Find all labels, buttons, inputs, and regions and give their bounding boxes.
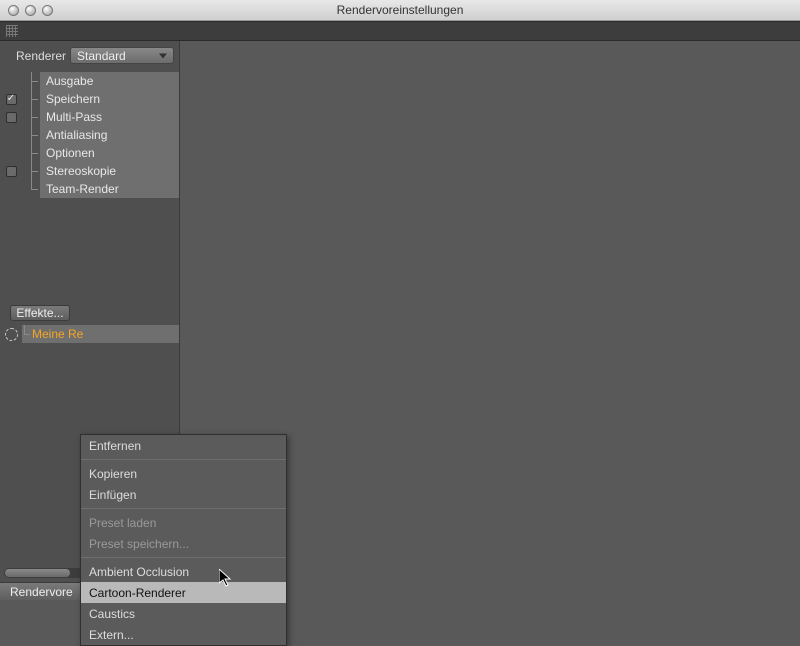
checkbox[interactable] — [6, 166, 17, 177]
tree-branch-icon — [22, 90, 40, 108]
menu-separator — [81, 557, 286, 558]
menu-item[interactable]: Entfernen — [81, 435, 286, 456]
menu-item: Preset speichern... — [81, 533, 286, 554]
menu-item: Preset laden — [81, 512, 286, 533]
scroll-thumb[interactable] — [5, 569, 70, 577]
menu-item[interactable]: Einfügen — [81, 484, 286, 505]
window-title: Rendervoreinstellungen — [0, 3, 800, 17]
tree-branch-icon — [22, 180, 40, 198]
preset-row: Meine Re — [0, 325, 179, 343]
renderer-label: Renderer — [16, 49, 66, 63]
tree-row[interactable]: ✓ Speichern — [0, 90, 179, 108]
tree-item-label: Speichern — [40, 90, 179, 108]
window-titlebar: Rendervoreinstellungen — [0, 0, 800, 21]
settings-tree: Ausgabe ✓ SpeichernMulti-PassAntialiasingO… — [0, 70, 179, 200]
tree-branch-icon — [22, 144, 40, 162]
tree-item-label: Antialiasing — [40, 126, 179, 144]
tree-row[interactable]: Ausgabe — [0, 72, 179, 90]
preset-item-label: Meine Re — [32, 327, 83, 341]
menu-item[interactable]: Caustics — [81, 603, 286, 624]
effects-button-label: Effekte... — [16, 306, 63, 320]
toolbar-strip — [0, 21, 800, 41]
tree-row[interactable]: Antialiasing — [0, 126, 179, 144]
tree-row[interactable]: Stereoskopie — [0, 162, 179, 180]
renderer-selected: Standard — [77, 49, 126, 63]
checkbox[interactable] — [6, 112, 17, 123]
tree-branch-icon — [22, 72, 40, 90]
tree-branch-icon — [22, 108, 40, 126]
menu-item[interactable]: Extern... — [81, 624, 286, 645]
menu-item[interactable]: Kopieren — [81, 463, 286, 484]
effects-context-menu[interactable]: Entfernen KopierenEinfügen Preset ladenPre… — [80, 434, 287, 646]
menu-item[interactable]: Ambient Occlusion — [81, 561, 286, 582]
tree-item-label: Team-Render — [40, 180, 179, 198]
tree-item-label: Multi-Pass — [40, 108, 179, 126]
tree-branch-icon — [22, 126, 40, 144]
renderer-row: Renderer Standard — [0, 41, 179, 70]
tree-row[interactable]: Team-Render — [0, 180, 179, 198]
menu-separator — [81, 508, 286, 509]
tree-item-label: Optionen — [40, 144, 179, 162]
renderer-dropdown[interactable]: Standard — [70, 47, 174, 64]
checkbox[interactable]: ✓ — [6, 94, 17, 105]
footer-label: Rendervore — [10, 585, 73, 599]
tree-row[interactable]: Multi-Pass — [0, 108, 179, 126]
effects-button[interactable]: Effekte... — [10, 305, 70, 321]
tree-item-label: Stereoskopie — [40, 162, 179, 180]
preset-item[interactable]: Meine Re — [22, 325, 179, 343]
target-icon — [5, 328, 18, 341]
grid-icon[interactable] — [6, 25, 18, 37]
menu-separator — [81, 459, 286, 460]
tree-item-label: Ausgabe — [40, 72, 179, 90]
tree-branch-icon — [22, 162, 40, 180]
tree-row[interactable]: Optionen — [0, 144, 179, 162]
